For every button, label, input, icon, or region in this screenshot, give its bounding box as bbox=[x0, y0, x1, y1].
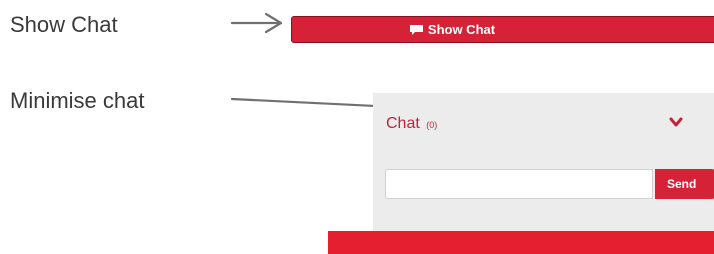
chat-message-input[interactable] bbox=[385, 169, 653, 199]
speech-bubble-icon bbox=[409, 24, 423, 35]
chat-title: Chat bbox=[386, 115, 420, 132]
annotation-minimise-chat: Minimise chat bbox=[10, 88, 145, 113]
chat-count: (0) bbox=[426, 120, 438, 130]
arrowhead-show-chat bbox=[264, 12, 283, 34]
chevron-down-icon[interactable] bbox=[669, 115, 683, 129]
show-chat-button[interactable]: Show Chat bbox=[291, 16, 714, 43]
chat-header: Chat (0) bbox=[386, 115, 437, 133]
footer-red-bar bbox=[328, 231, 714, 254]
show-chat-label: Show Chat bbox=[427, 22, 496, 37]
send-button[interactable]: Send bbox=[655, 169, 714, 199]
annotation-show-chat: Show Chat bbox=[10, 12, 118, 37]
chat-panel: Chat (0) Send bbox=[373, 93, 714, 233]
